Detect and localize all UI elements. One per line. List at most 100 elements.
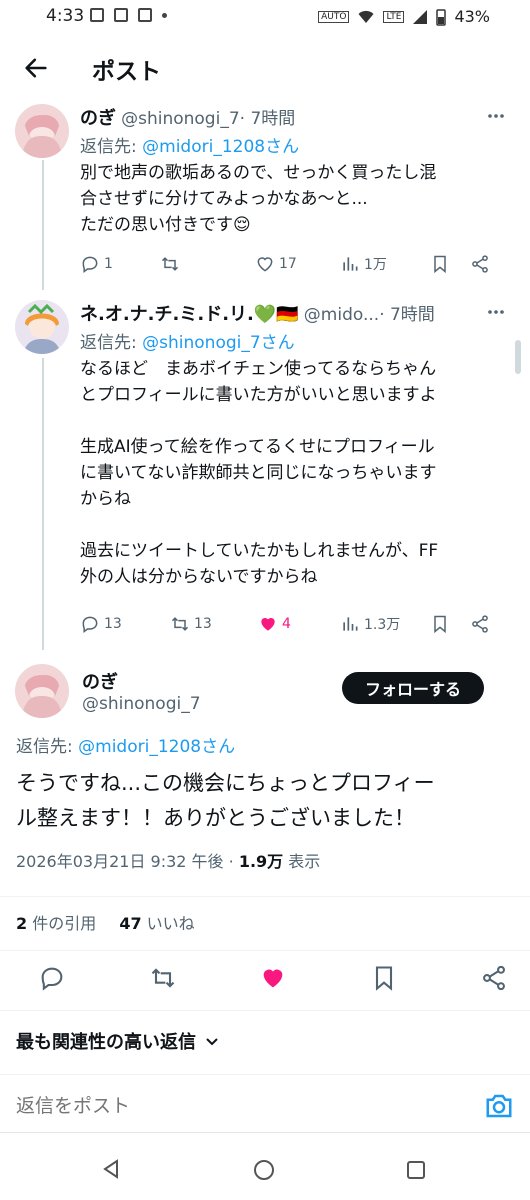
tweet[interactable]: のぎ @shinonogi_7· 7時間 返信先: @midori_1208さん… [0, 104, 530, 290]
gallery-notification-icon [90, 8, 104, 22]
follow-button[interactable]: フォローする [342, 672, 484, 704]
sort-label: 最も関連性の高い返信 [16, 1032, 196, 1053]
reply-mention-link[interactable]: @midori_1208さん [142, 137, 299, 157]
retweet-button[interactable]: 13 [170, 614, 258, 634]
share-button[interactable] [470, 254, 500, 274]
views-chart-icon [343, 617, 358, 631]
heart-filled-icon [261, 618, 275, 631]
signal-icon [413, 9, 428, 24]
divider [0, 1074, 530, 1075]
avatar[interactable] [15, 104, 69, 158]
post-timestamp: 2026年03月21日 9:32 午後 · [16, 852, 239, 871]
scroll-indicator [515, 340, 521, 374]
likes-stat[interactable]: 47 いいね [119, 914, 194, 933]
wifi-icon [358, 10, 374, 23]
views-count: 1万 [364, 257, 387, 273]
nav-home-icon[interactable] [252, 1158, 276, 1182]
status-time: 4:33 [46, 6, 85, 26]
nav-recents-icon[interactable] [406, 1160, 426, 1180]
post-meta: 2026年03月21日 9:32 午後 · 1.9万 表示 [16, 848, 320, 872]
divider [0, 896, 530, 897]
views-count: 1.3万 [364, 617, 401, 633]
bookmark-icon [434, 615, 446, 634]
reply-button[interactable]: 1 [80, 254, 160, 274]
retweet-button[interactable] [160, 254, 255, 274]
more-options-icon[interactable] [486, 304, 506, 320]
reply-count: 13 [104, 616, 122, 632]
quotes-label: 件の引用 [27, 914, 97, 933]
display-name[interactable]: のぎ [80, 108, 116, 129]
user-handle[interactable]: @shinonogi_7 [121, 109, 240, 129]
image-attach-icon[interactable] [484, 1092, 514, 1120]
likes-label: いいね [141, 914, 195, 933]
post-views-label: 表示 [283, 852, 321, 871]
avatar[interactable] [15, 300, 69, 354]
engagement-stats: 2 件の引用 47 いいね [16, 910, 195, 934]
likes-count: 47 [119, 914, 142, 933]
display-name[interactable]: のぎ [82, 668, 118, 694]
reply-sort-selector[interactable]: 最も関連性の高い返信 [16, 1028, 220, 1054]
bookmark-icon [434, 255, 446, 274]
retweet-icon [171, 617, 189, 631]
reply-mention-link[interactable]: @shinonogi_7さん [142, 333, 295, 353]
reply-button[interactable]: 13 [80, 614, 170, 634]
reply-context: 返信先: @midori_1208さん [80, 132, 299, 157]
more-notifications-icon [162, 12, 167, 18]
tweet-actions: 13 13 4 1.3万 [80, 614, 510, 634]
tweet-text: 別で地声の歌垢あるので、せっかく買ったし混 合させずに分けてみよっかなあ～と..… [80, 163, 437, 235]
reply-count: 1 [104, 256, 113, 272]
more-options-icon[interactable] [486, 108, 506, 124]
notification-icons [90, 8, 167, 22]
reply-mention-link[interactable]: @midori_1208さん [78, 737, 235, 757]
views-chart-icon [343, 257, 358, 271]
tweet-time: · 7時間 [239, 109, 296, 129]
views-button[interactable]: 1万 [340, 254, 430, 274]
quotes-count: 2 [16, 914, 28, 933]
system-nav-bar [0, 1140, 530, 1200]
divider [0, 950, 530, 951]
volte-icon: LTE [383, 10, 405, 23]
reply-context: 返信先: @midori_1208さん [16, 732, 235, 757]
reply-icon [82, 616, 98, 633]
reply-icon[interactable] [38, 964, 66, 992]
top-app-bar: ポスト [0, 34, 530, 104]
nav-back-icon[interactable] [100, 1158, 122, 1180]
avatar[interactable] [15, 664, 69, 718]
chevron-down-icon [206, 1038, 218, 1046]
heart-filled-icon[interactable] [259, 964, 287, 992]
heart-outline-icon [257, 257, 273, 272]
share-icon [472, 615, 488, 633]
views-button[interactable]: 1.3万 [340, 614, 430, 634]
status-bar: 4:33 AUTO LTE 43% [0, 0, 530, 34]
post-views-count: 1.9万 [238, 852, 284, 871]
reply-label: 返信先: [80, 137, 143, 157]
divider [0, 1010, 530, 1011]
reply-input[interactable] [16, 1084, 456, 1128]
user-handle[interactable]: @shinonogi_7 [82, 694, 201, 714]
bookmark-icon[interactable] [370, 964, 398, 992]
retweet-icon[interactable] [149, 964, 177, 992]
reply-label: 返信先: [80, 333, 143, 353]
like-button[interactable]: 17 [255, 254, 340, 274]
display-name[interactable]: ネ.オ.ナ.チ.ミ.ド.リ.💚🇩🇪 [80, 304, 299, 325]
tweet-actions: 1 17 1万 [80, 254, 510, 274]
divider [0, 1132, 530, 1133]
battery-level: 43% [454, 7, 490, 26]
reply-input-field[interactable] [16, 1084, 456, 1128]
retweet-count: 13 [194, 616, 212, 632]
user-handle[interactable]: @mido... [304, 305, 379, 325]
back-arrow-icon[interactable] [22, 54, 50, 82]
quotes-stat[interactable]: 2 件の引用 [16, 914, 96, 933]
post-text: そうですね...この機会にちょっとプロフィー ル整えます！！ありがとうございまし… [16, 771, 435, 830]
tweet-time: · 7時間 [379, 305, 435, 325]
like-count: 4 [282, 616, 291, 632]
bookmark-button[interactable] [430, 254, 470, 274]
like-count: 17 [279, 256, 297, 272]
bookmark-button[interactable] [430, 614, 470, 634]
share-icon[interactable] [480, 964, 508, 992]
system-icons: AUTO LTE 43% [318, 7, 490, 26]
reply-context: 返信先: @shinonogi_7さん [80, 328, 295, 353]
like-button[interactable]: 4 [258, 614, 340, 634]
tweet[interactable]: ネ.オ.ナ.チ.ミ.ド.リ.💚🇩🇪 @mido...· 7時間 返信先: @sh… [0, 300, 530, 650]
share-button[interactable] [470, 614, 500, 634]
